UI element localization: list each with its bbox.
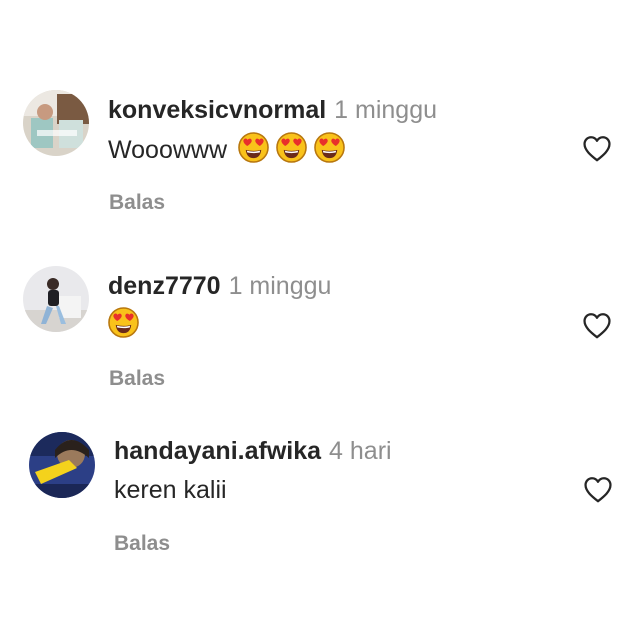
comment-header: handayani.afwika 4 hari [114, 436, 392, 466]
comment-time[interactable]: 4 hari [329, 437, 392, 465]
avatar[interactable] [29, 432, 95, 498]
comment-text-content: keren kalii [114, 476, 227, 504]
comment: handayani.afwika 4 hari keren kalii Balas [0, 0, 640, 570]
heart-outline-icon[interactable] [581, 472, 615, 506]
username[interactable]: handayani.afwika [114, 437, 321, 465]
reply-button[interactable]: Balas [114, 532, 170, 556]
comment-text: keren kalii [114, 474, 227, 506]
